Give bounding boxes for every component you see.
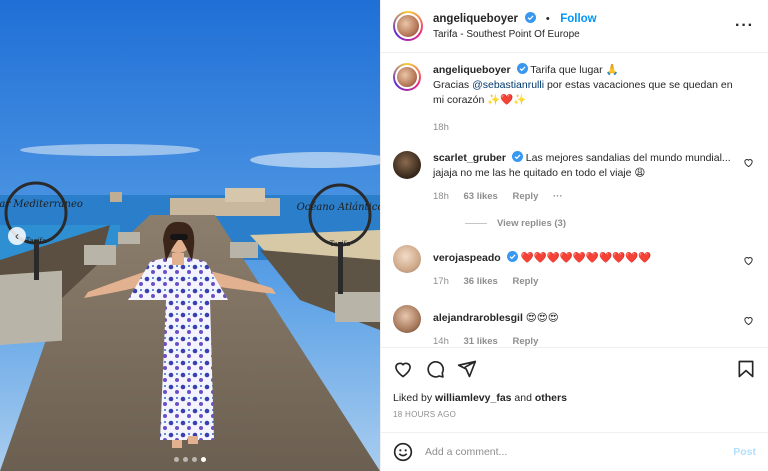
liked-prefix: Liked by [393, 392, 436, 404]
liked-and: and [511, 392, 535, 404]
comment-icon[interactable] [425, 359, 445, 379]
like-comment-icon[interactable] [743, 157, 754, 168]
carousel-dot-active [201, 457, 206, 462]
avatar[interactable] [393, 63, 421, 91]
author-avatar[interactable] [393, 11, 423, 41]
post-comment-button[interactable]: Post [733, 446, 756, 458]
view-replies-button[interactable]: View replies (3) [465, 218, 756, 229]
caption-username[interactable]: angeliqueboyer [433, 64, 511, 76]
bookmark-icon[interactable] [736, 359, 756, 379]
carousel-dot [192, 457, 197, 462]
comment-item: scarlet_gruber Las mejores sandalias del… [393, 151, 756, 204]
post-photo[interactable]: Mar Mediterráneo Tarifa Océano Atlántico… [0, 0, 380, 471]
add-comment-input[interactable] [425, 446, 734, 458]
caption-line1: Tarifa que lugar 🙏 [530, 64, 619, 76]
comment-item: alejandraroblesgil 😍😍😍 14h 31 likes Repl… [393, 305, 756, 346]
comment-time[interactable]: 18h [433, 191, 449, 202]
post-header: angeliqueboyer • Follow Tarifa - Southes… [381, 0, 768, 53]
photo-scene: Mar Mediterráneo Tarifa Océano Atlántico… [0, 0, 380, 471]
comment-likes[interactable]: 36 likes [464, 276, 498, 287]
header-separator: • [545, 13, 550, 25]
comment-text: 😍😍😍 [525, 312, 559, 324]
comment-username[interactable]: scarlet_gruber [433, 152, 506, 164]
sign-left-text: Mar Mediterráneo [0, 199, 83, 210]
view-replies-label: View replies (3) [497, 218, 566, 229]
post-side-panel: angeliqueboyer • Follow Tarifa - Southes… [380, 0, 768, 471]
sign-right-sub: Tarifa [330, 240, 351, 248]
carousel-dots [0, 457, 380, 462]
location-link[interactable]: Tarifa - Southest Point Of Europe [433, 27, 597, 42]
liked-by: Liked by williamlevy_fas and others [393, 392, 756, 404]
caption-time[interactable]: 18h [433, 122, 449, 133]
post-time-ago[interactable]: 18 HOURS AGO [393, 410, 756, 419]
comment-more-icon[interactable]: ··· [553, 191, 563, 202]
comment-username[interactable]: alejandraroblesgil [433, 312, 523, 324]
verified-icon [506, 251, 518, 262]
heart-icon[interactable] [393, 359, 413, 379]
reply-button[interactable]: Reply [512, 336, 538, 346]
carousel-prev-button[interactable]: ‹ [8, 227, 26, 245]
comments-list[interactable]: angeliqueboyer Tarifa que lugar 🙏 Gracia… [381, 54, 768, 346]
post-actions: Liked by williamlevy_fas and others 18 H… [381, 347, 768, 419]
author-username[interactable]: angeliqueboyer [433, 13, 518, 25]
more-options-icon[interactable]: ··· [735, 17, 754, 35]
comment-username[interactable]: verojaspeado [433, 252, 501, 264]
follow-button[interactable]: Follow [560, 13, 596, 25]
sign-right-text: Océano Atlántico [297, 202, 380, 213]
carousel-dot [174, 457, 179, 462]
verified-icon [516, 63, 528, 74]
caption: angeliqueboyer Tarifa que lugar 🙏 Gracia… [393, 63, 756, 135]
comment-time[interactable]: 17h [433, 276, 449, 287]
liked-others-link[interactable]: others [535, 392, 567, 404]
add-comment-bar: Post [381, 432, 768, 471]
carousel-dot [183, 457, 188, 462]
emoji-icon[interactable] [393, 442, 413, 462]
comment-likes[interactable]: 63 likes [464, 191, 498, 202]
verified-icon [511, 151, 523, 162]
like-comment-icon[interactable] [743, 315, 754, 326]
mention-link[interactable]: @sebastianrulli [472, 79, 544, 91]
reply-button[interactable]: Reply [512, 191, 538, 202]
avatar[interactable] [393, 245, 421, 273]
comment-time[interactable]: 14h [433, 336, 449, 346]
avatar[interactable] [393, 151, 421, 179]
reply-button[interactable]: Reply [512, 276, 538, 287]
like-comment-icon[interactable] [743, 255, 754, 266]
comment-text: ❤️❤️❤️❤️❤️❤️❤️❤️❤️❤️ [520, 252, 652, 264]
share-icon[interactable] [457, 359, 477, 379]
comment-item: verojaspeado ❤️❤️❤️❤️❤️❤️❤️❤️❤️❤️ 17h 36… [393, 245, 756, 289]
avatar[interactable] [393, 305, 421, 333]
caption-prefix: Gracias [433, 79, 473, 91]
comment-likes[interactable]: 31 likes [464, 336, 498, 346]
sign-left-sub: Tarifa [26, 237, 47, 245]
instagram-post: Mar Mediterráneo Tarifa Océano Atlántico… [0, 0, 768, 471]
verified-icon [525, 12, 537, 23]
liked-user-link[interactable]: williamlevy_fas [435, 392, 511, 404]
